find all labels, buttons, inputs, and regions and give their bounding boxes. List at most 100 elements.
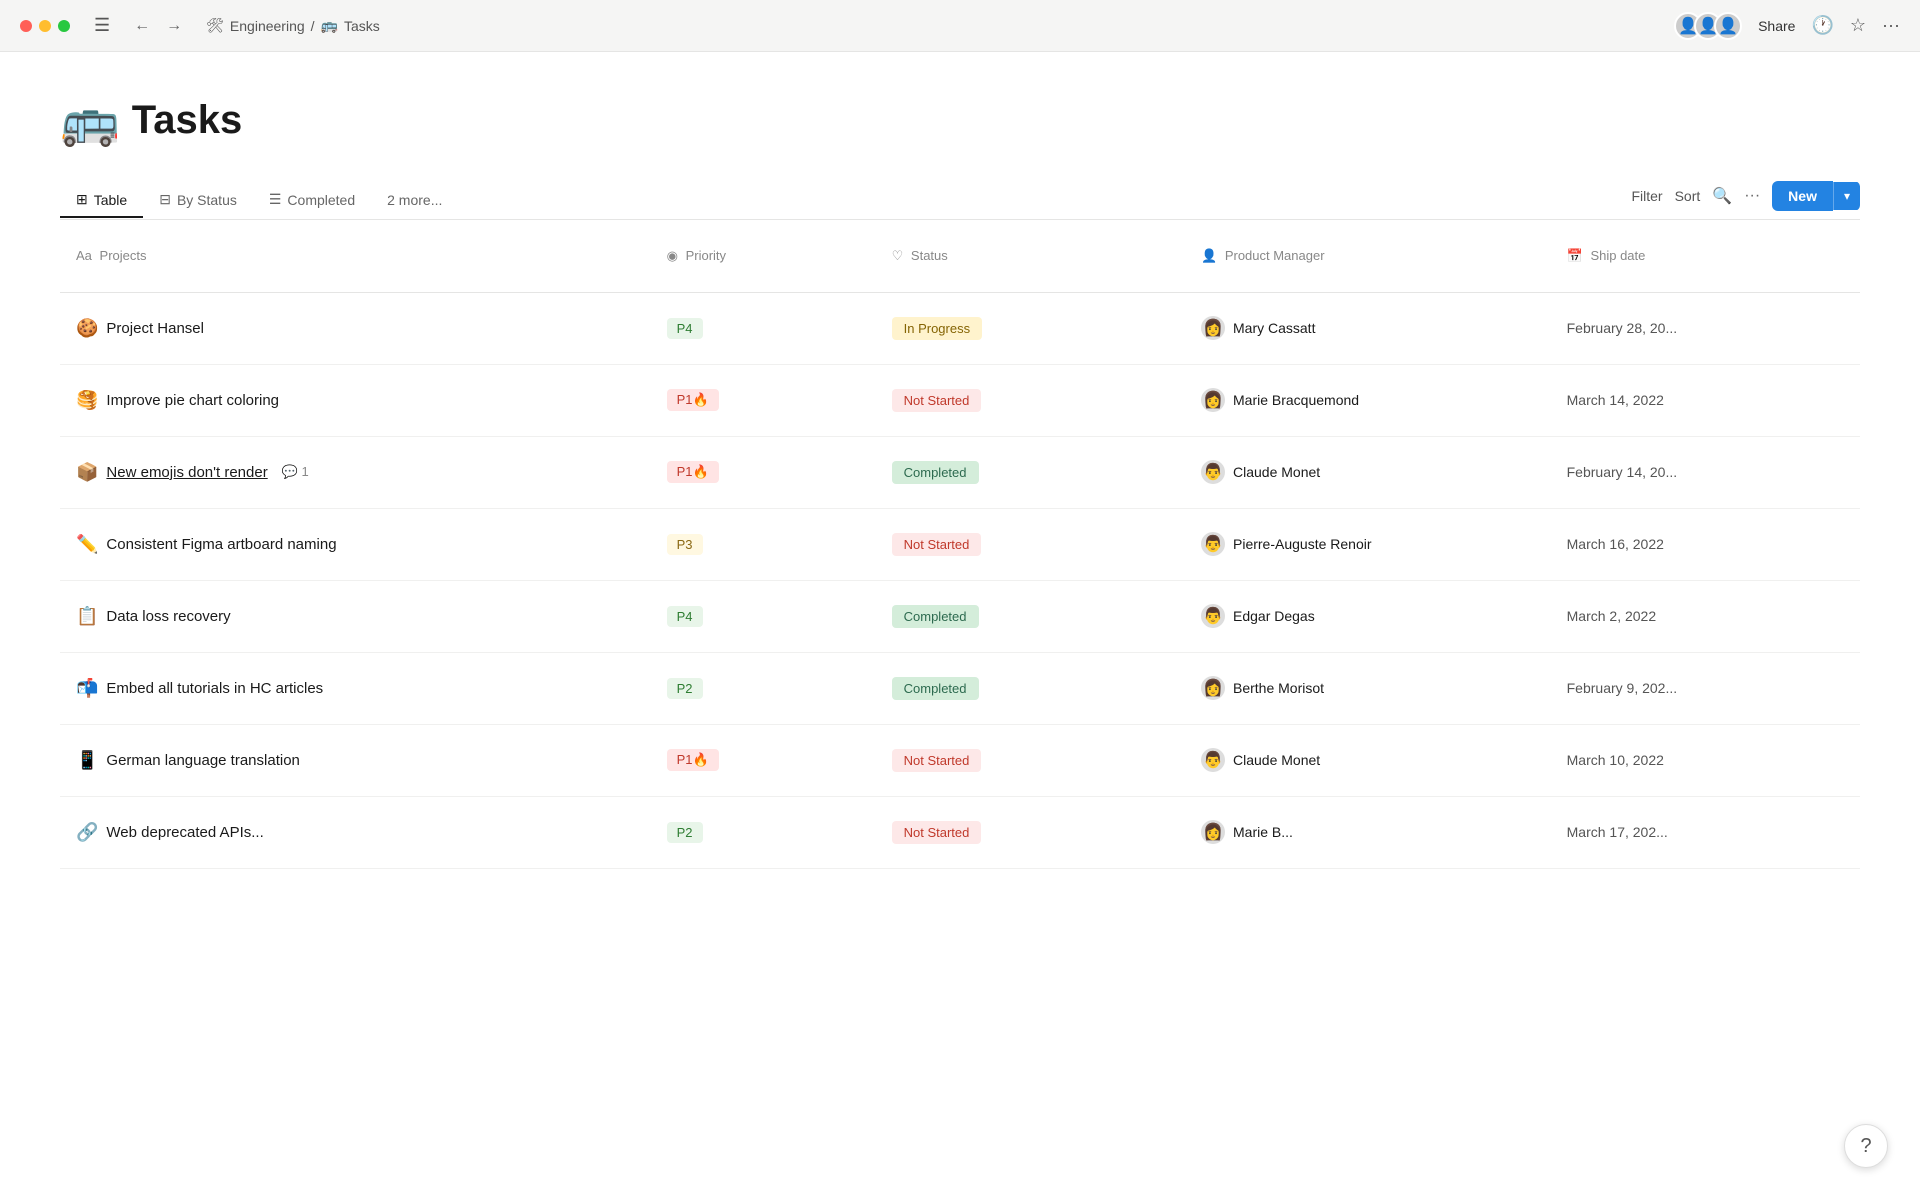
- table-row[interactable]: 🔗 Web deprecated APIs...P2Not Started 👩 …: [60, 796, 1860, 868]
- priority-badge[interactable]: P4: [667, 606, 703, 627]
- manager-name: Pierre-Auguste Renoir: [1233, 536, 1372, 552]
- ship-date: February 9, 202...: [1567, 680, 1678, 696]
- priority-badge[interactable]: P1🔥: [667, 389, 719, 411]
- project-name[interactable]: Project Hansel: [106, 320, 204, 337]
- forward-button[interactable]: →: [162, 15, 186, 37]
- table-header-row: Aa Projects ◉ Priority ♡ Status 👤 Produc…: [60, 220, 1860, 292]
- status-badge[interactable]: Not Started: [892, 533, 982, 556]
- status-badge[interactable]: In Progress: [892, 317, 982, 340]
- ship-date: March 16, 2022: [1567, 536, 1664, 552]
- priority-badge[interactable]: P4: [667, 318, 703, 339]
- priority-badge[interactable]: P3: [667, 534, 703, 555]
- projects-col-icon: Aa: [76, 248, 92, 263]
- history-button[interactable]: 🕐: [1811, 15, 1833, 36]
- cell-priority-2: P1🔥: [651, 436, 876, 508]
- table-row[interactable]: 🍪 Project HanselP4In Progress 👩 Mary Cas…: [60, 292, 1860, 364]
- col-priority: ◉ Priority: [651, 220, 876, 292]
- status-badge[interactable]: Completed: [892, 605, 979, 628]
- manager-avatar: 👩: [1201, 388, 1225, 412]
- manager-name: Mary Cassatt: [1233, 320, 1315, 336]
- table-row[interactable]: 🥞 Improve pie chart coloringP1🔥Not Start…: [60, 364, 1860, 436]
- manager-name: Marie Bracquemond: [1233, 392, 1359, 408]
- cell-manager-0: 👩 Mary Cassatt: [1185, 292, 1551, 364]
- table-row[interactable]: 📦 New emojis don't render💬 1 P1🔥 Completed…: [60, 436, 1860, 508]
- manager-name: Marie B...: [1233, 824, 1293, 840]
- tab-table[interactable]: ⊞ Table: [60, 183, 143, 218]
- status-badge[interactable]: Not Started: [892, 821, 982, 844]
- col-projects-label: Projects: [100, 248, 147, 263]
- more-toolbar-button[interactable]: ···: [1744, 187, 1760, 205]
- table-row[interactable]: ✏️ Consistent Figma artboard namingP3Not…: [60, 508, 1860, 580]
- cell-manager-3: 👨 Pierre-Auguste Renoir: [1185, 508, 1551, 580]
- cell-status-7: Not Started: [876, 796, 1185, 868]
- status-badge[interactable]: Completed: [892, 461, 979, 484]
- manager-name: Berthe Morisot: [1233, 680, 1324, 696]
- breadcrumb-workspace-icon: 🛠: [206, 17, 224, 34]
- favorite-button[interactable]: ☆: [1850, 15, 1866, 36]
- cell-priority-1: P1🔥: [651, 364, 876, 436]
- manager-avatar: 👨: [1201, 460, 1225, 484]
- cell-status-0: In Progress: [876, 292, 1185, 364]
- cell-priority-3: P3: [651, 508, 876, 580]
- col-manager-label: Product Manager: [1225, 248, 1325, 263]
- project-name[interactable]: Consistent Figma artboard naming: [106, 536, 336, 553]
- col-status-label: Status: [911, 248, 948, 263]
- priority-col-icon: ◉: [667, 248, 678, 263]
- minimize-button[interactable]: [39, 20, 51, 32]
- cell-status-6: Not Started: [876, 724, 1185, 796]
- status-col-icon: ♡: [892, 248, 904, 263]
- search-button[interactable]: 🔍: [1712, 186, 1732, 206]
- more-options-button[interactable]: ···: [1882, 15, 1900, 36]
- menu-button[interactable]: ☰: [90, 13, 114, 38]
- project-emoji: 🔗: [76, 822, 98, 843]
- new-button[interactable]: New: [1772, 181, 1833, 211]
- project-name[interactable]: Data loss recovery: [106, 608, 230, 625]
- page-emoji: 🚌: [60, 92, 120, 149]
- manager-avatar: 👨: [1201, 604, 1225, 628]
- share-button[interactable]: Share: [1758, 18, 1795, 34]
- cell-status-2: Completed: [876, 436, 1185, 508]
- project-name[interactable]: New emojis don't render: [106, 464, 267, 481]
- status-badge[interactable]: Not Started: [892, 389, 982, 412]
- manager-avatar: 👨: [1201, 748, 1225, 772]
- breadcrumb-workspace[interactable]: Engineering: [230, 18, 305, 34]
- table-row[interactable]: 📬 Embed all tutorials in HC articles P2 Co…: [60, 652, 1860, 724]
- col-projects: Aa Projects: [60, 220, 651, 292]
- breadcrumb-page[interactable]: Tasks: [344, 18, 380, 34]
- project-name[interactable]: Web deprecated APIs...: [106, 824, 263, 841]
- priority-badge[interactable]: P2: [667, 678, 703, 699]
- new-button-chevron[interactable]: ▾: [1833, 182, 1860, 210]
- avatar-3: 👤: [1714, 12, 1742, 40]
- close-button[interactable]: [20, 20, 32, 32]
- priority-badge[interactable]: P1🔥: [667, 461, 719, 483]
- filter-button[interactable]: Filter: [1631, 188, 1662, 204]
- sort-button[interactable]: Sort: [1675, 188, 1701, 204]
- collaborator-avatars: 👤 👤 👤: [1674, 12, 1742, 40]
- breadcrumb-separator: /: [311, 18, 315, 34]
- cell-manager-1: 👩 Marie Bracquemond: [1185, 364, 1551, 436]
- table-row[interactable]: 📱 German language translationP1🔥Not Star…: [60, 724, 1860, 796]
- page-content: 🚌 Tasks ⊞ Table ⊟ By Status ☰ Completed …: [0, 52, 1920, 869]
- cell-project-5: 📬 Embed all tutorials in HC articles: [60, 652, 651, 724]
- project-name[interactable]: Embed all tutorials in HC articles: [106, 680, 323, 697]
- page-title: Tasks: [132, 98, 242, 143]
- back-button[interactable]: ←: [130, 15, 154, 37]
- project-name[interactable]: Improve pie chart coloring: [106, 392, 279, 409]
- maximize-button[interactable]: [58, 20, 70, 32]
- table-row[interactable]: 📋 Data loss recoveryP4Completed 👨 Edgar …: [60, 580, 1860, 652]
- cell-date-6: March 10, 2022: [1551, 724, 1860, 796]
- tab-completed[interactable]: ☰ Completed: [253, 183, 371, 218]
- project-emoji: 📬: [76, 678, 98, 699]
- priority-badge[interactable]: P2: [667, 822, 703, 843]
- cell-project-2: 📦 New emojis don't render💬 1: [60, 436, 651, 508]
- status-badge[interactable]: Not Started: [892, 749, 982, 772]
- tab-by-status[interactable]: ⊟ By Status: [143, 183, 253, 218]
- priority-badge[interactable]: P1🔥: [667, 749, 719, 771]
- table-container: Aa Projects ◉ Priority ♡ Status 👤 Produc…: [60, 220, 1860, 869]
- help-button[interactable]: ?: [1844, 1124, 1888, 1168]
- cell-priority-5: P2: [651, 652, 876, 724]
- project-name[interactable]: German language translation: [106, 752, 299, 769]
- manager-name: Edgar Degas: [1233, 608, 1315, 624]
- status-badge[interactable]: Completed: [892, 677, 979, 700]
- tab-more[interactable]: 2 more...: [371, 184, 458, 218]
